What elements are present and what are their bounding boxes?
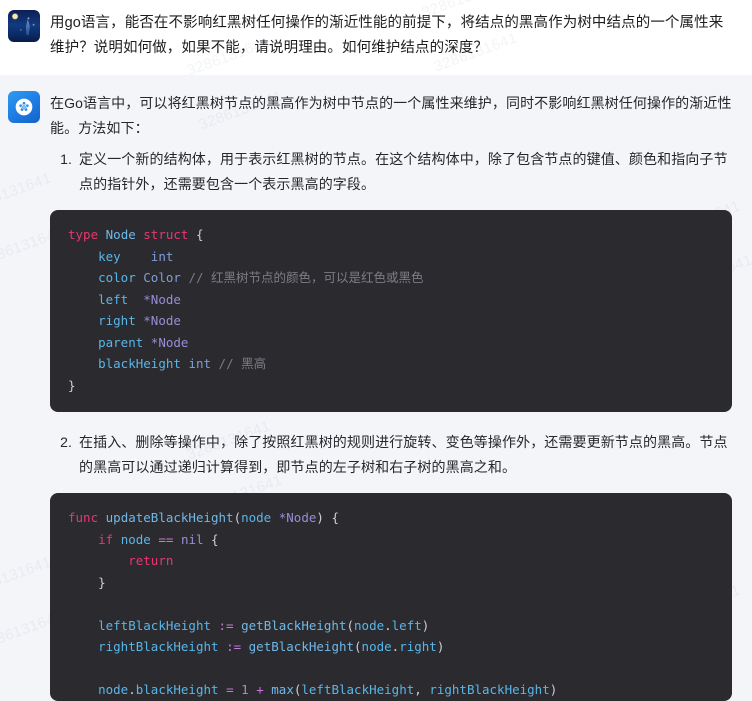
assistant-logo-icon <box>14 97 34 117</box>
user-avatar[interactable] <box>8 10 40 42</box>
list-item: 定义一个新的结构体，用于表示红黑树的节点。在这个结构体中，除了包含节点的键值、颜… <box>76 147 734 197</box>
user-message-turn: 用go语言，能否在不影响红黑树任何操作的渐近性能的前提下，将结点的黑高作为树中结… <box>0 0 752 75</box>
assistant-steps-list-continued: 在插入、删除等操作中，除了按照红黑树的规则进行旋转、变色等操作外，还需要更新节点… <box>50 430 742 480</box>
code-block-node-struct[interactable]: type Node struct { key int color Color /… <box>50 210 732 412</box>
assistant-avatar[interactable] <box>8 91 40 123</box>
assistant-intro-paragraph: 在Go语言中，可以将红黑树节点的黑高作为树中节点的一个属性来维护，同时不影响红黑… <box>50 91 734 141</box>
user-message-text: 用go语言，能否在不影响红黑树任何操作的渐近性能的前提下，将结点的黑高作为树中结… <box>50 9 742 61</box>
list-item: 在插入、删除等操作中，除了按照红黑树的规则进行旋转、变色等操作外，还需要更新节点… <box>76 430 734 480</box>
assistant-message-body: 在Go语言中，可以将红黑树节点的黑高作为树中节点的一个属性来维护，同时不影响红黑… <box>50 91 742 701</box>
conversation: 用go语言，能否在不影响红黑树任何操作的渐近性能的前提下，将结点的黑高作为树中结… <box>0 0 752 701</box>
code-content: func updateBlackHeight(node *Node) { if … <box>50 507 732 701</box>
assistant-steps-list: 定义一个新的结构体，用于表示红黑树的节点。在这个结构体中，除了包含节点的键值、颜… <box>50 147 742 197</box>
code-block-update-black-height[interactable]: func updateBlackHeight(node *Node) { if … <box>50 493 732 701</box>
code-content: type Node struct { key int color Color /… <box>50 224 732 396</box>
assistant-message-turn: 在Go语言中，可以将红黑树节点的黑高作为树中节点的一个属性来维护，同时不影响红黑… <box>0 75 752 701</box>
